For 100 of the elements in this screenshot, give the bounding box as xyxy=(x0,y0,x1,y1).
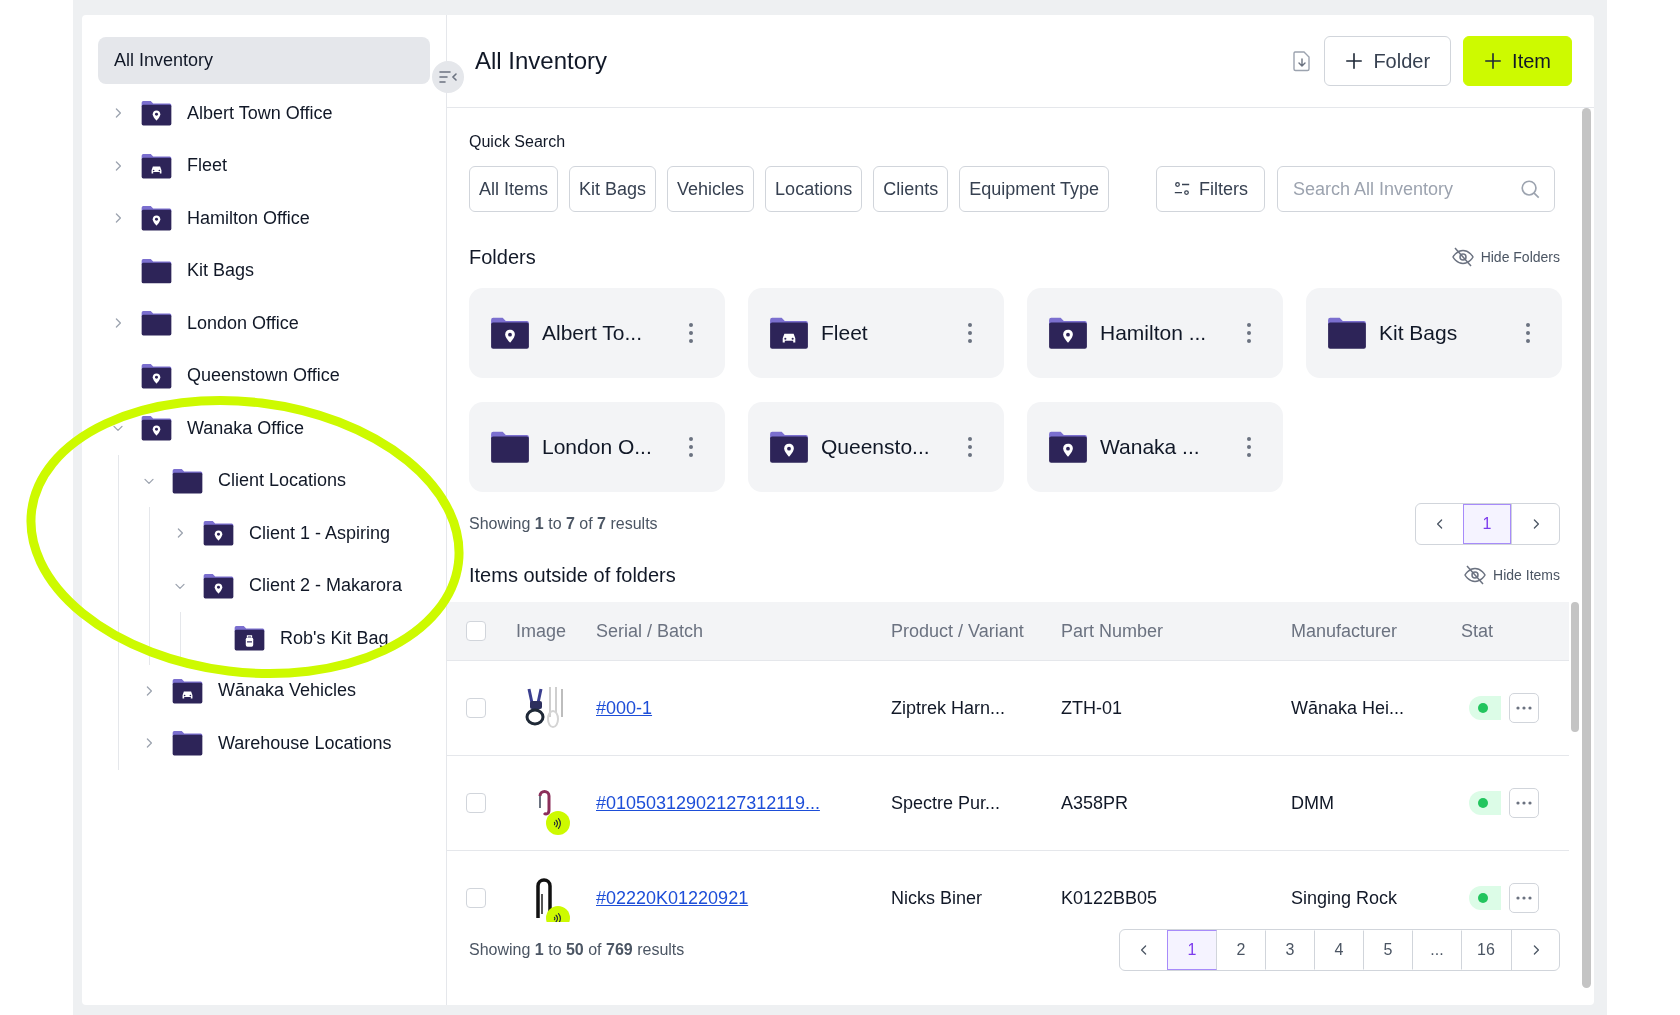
table-cell: Wānaka Hei... xyxy=(1291,697,1405,718)
section-heading: Items outside of folders xyxy=(469,563,676,588)
collapse-sidebar-button[interactable] xyxy=(432,61,464,93)
column-header[interactable]: Product / Variant xyxy=(891,620,1024,641)
sidebar-item[interactable]: All Inventory xyxy=(98,37,430,84)
status-indicator xyxy=(1469,886,1501,910)
more-actions-button[interactable] xyxy=(1509,693,1539,723)
eye-off-icon xyxy=(1463,563,1488,587)
status-indicator xyxy=(1469,791,1501,815)
search-icon xyxy=(1519,178,1541,200)
checkbox[interactable] xyxy=(465,621,486,641)
filters-icon xyxy=(1173,180,1191,198)
plus-icon xyxy=(1345,52,1364,70)
column-header[interactable]: Stat xyxy=(1461,620,1494,641)
folder-icon xyxy=(489,430,531,464)
folder-name: London O... xyxy=(542,434,652,461)
more-actions-button[interactable] xyxy=(1509,883,1539,913)
column-header[interactable]: Part Number xyxy=(1061,620,1164,641)
folder-card[interactable]: London O... xyxy=(469,402,725,492)
tree-item[interactable]: Kit Bags xyxy=(183,257,259,285)
filter-chip[interactable]: All Items xyxy=(469,166,558,212)
tree-item[interactable]: Warehouse Locations xyxy=(214,729,396,757)
more-vertical-icon[interactable] xyxy=(687,322,695,344)
folder-name: Hamilton ... xyxy=(1100,320,1207,347)
tree-item[interactable]: Albert Town Office xyxy=(183,99,337,127)
serial-link[interactable]: #01050312902127312119... xyxy=(596,792,820,813)
table-cell: Nicks Biner xyxy=(891,887,983,908)
location-folder-icon xyxy=(1047,316,1089,350)
vehicle-folder-icon xyxy=(171,676,204,705)
more-vertical-icon[interactable] xyxy=(966,322,974,344)
location-folder-icon xyxy=(140,414,173,443)
folder-icon xyxy=(140,309,173,338)
folder-card[interactable]: Queensto... xyxy=(748,402,1004,492)
folder-card[interactable]: Wanaka ... xyxy=(1027,402,1283,492)
tree-item[interactable]: Client 1 - Aspiring xyxy=(245,519,395,547)
page-button[interactable]: ... xyxy=(1412,930,1462,970)
eye-off-icon xyxy=(1450,245,1475,269)
status-indicator xyxy=(1469,696,1501,720)
filter-chip[interactable]: Equipment Type xyxy=(959,166,1109,212)
tree-item[interactable]: Wanaka Office xyxy=(183,414,309,442)
more-vertical-icon[interactable] xyxy=(1245,322,1253,344)
add-item-button[interactable]: Item xyxy=(1463,36,1572,86)
page-button[interactable]: 1 xyxy=(1167,930,1217,970)
tree-item[interactable]: Wānaka Vehicles xyxy=(214,677,361,705)
location-folder-icon xyxy=(202,571,235,600)
folder-icon xyxy=(140,256,173,285)
folder-icon xyxy=(171,729,204,758)
folder-card[interactable]: Kit Bags xyxy=(1306,288,1562,378)
serial-link[interactable]: #000-1 xyxy=(596,697,653,718)
checkbox[interactable] xyxy=(465,698,486,718)
search-field[interactable]: Search All Inventory xyxy=(1277,166,1555,212)
plus-icon xyxy=(1484,52,1503,70)
folder-card[interactable]: Albert To... xyxy=(469,288,725,378)
folder-card[interactable]: Fleet xyxy=(748,288,1004,378)
more-horizontal-icon xyxy=(1515,800,1533,806)
folder-card[interactable]: Hamilton ... xyxy=(1027,288,1283,378)
tree-item[interactable]: Client Locations xyxy=(214,467,351,495)
table-cell: Ziptrek Harn... xyxy=(891,697,1006,718)
location-folder-icon xyxy=(768,430,810,464)
page-button[interactable]: 1 xyxy=(1463,504,1511,544)
checkbox[interactable] xyxy=(465,888,486,908)
folder-icon xyxy=(171,466,204,495)
location-folder-icon xyxy=(140,361,173,390)
location-folder-icon xyxy=(140,99,173,128)
table-cell: K0122BB05 xyxy=(1061,887,1158,908)
bag-folder-icon xyxy=(233,624,266,653)
filters-button[interactable]: Filters xyxy=(1156,166,1265,212)
column-header[interactable]: Manufacturer xyxy=(1291,620,1398,641)
more-vertical-icon[interactable] xyxy=(687,436,695,458)
page-button[interactable]: 3 xyxy=(1265,930,1315,970)
tree-item[interactable]: Fleet xyxy=(183,152,232,180)
page-button[interactable]: 16 xyxy=(1461,930,1511,970)
tree-item[interactable]: London Office xyxy=(183,309,303,337)
results-summary: Showing 1 to 7 of 7 results xyxy=(469,514,658,534)
page-button[interactable]: 2 xyxy=(1216,930,1266,970)
hide-folders-button[interactable]: Hide Folders xyxy=(1450,245,1560,269)
more-vertical-icon[interactable] xyxy=(966,436,974,458)
tree-item[interactable]: Client 2 - Makarora xyxy=(245,572,407,600)
page-button[interactable]: 5 xyxy=(1363,930,1413,970)
add-folder-button[interactable]: Folder xyxy=(1324,36,1452,86)
scrollbar-thumb[interactable] xyxy=(1571,602,1579,732)
page-button[interactable]: 4 xyxy=(1314,930,1364,970)
page-title: All Inventory xyxy=(475,46,608,76)
scrollbar-thumb[interactable] xyxy=(1582,108,1591,988)
more-vertical-icon[interactable] xyxy=(1524,322,1532,344)
filter-chip[interactable]: Vehicles xyxy=(667,166,755,212)
checkbox[interactable] xyxy=(465,793,486,813)
filter-chip[interactable]: Locations xyxy=(765,166,863,212)
tree-item[interactable]: Queenstown Office xyxy=(183,362,344,390)
more-vertical-icon[interactable] xyxy=(1245,436,1253,458)
more-actions-button[interactable] xyxy=(1509,788,1539,818)
results-summary: Showing 1 to 50 of 769 results xyxy=(469,940,685,960)
table-cell: Spectre Pur... xyxy=(891,792,1001,813)
tree-item[interactable]: Hamilton Office xyxy=(183,204,314,232)
column-header[interactable]: Image xyxy=(516,620,567,641)
serial-link[interactable]: #02220K01220921 xyxy=(596,887,749,908)
hide-items-button[interactable]: Hide Items xyxy=(1463,563,1560,587)
column-header[interactable]: Serial / Batch xyxy=(596,620,704,641)
filter-chip[interactable]: Clients xyxy=(873,166,949,212)
filter-chip[interactable]: Kit Bags xyxy=(569,166,657,212)
